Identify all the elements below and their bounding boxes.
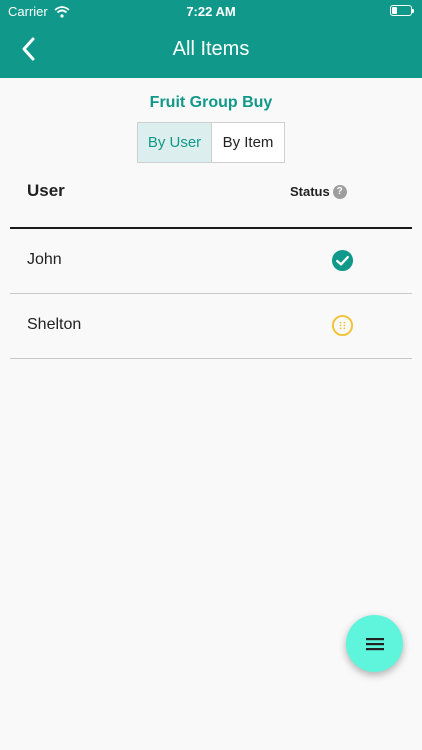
menu-fab-button[interactable] (346, 615, 403, 672)
app-header: Carrier 7:22 AM All Items (0, 0, 422, 78)
table-row[interactable]: Shelton (10, 294, 412, 359)
column-header-status: Status ? (290, 184, 347, 199)
status-bar: Carrier 7:22 AM (0, 0, 422, 22)
check-circle-icon (331, 249, 354, 272)
battery-icon (390, 5, 414, 16)
page-title: All Items (172, 38, 250, 60)
clock: 7:22 AM (186, 4, 236, 19)
status-header-label: Status (290, 184, 330, 199)
row-user-name: Shelton (27, 316, 82, 333)
tab-by-user[interactable]: By User (138, 123, 212, 162)
menu-icon (365, 637, 384, 650)
row-user-name: John (27, 251, 62, 268)
group-title: Fruit Group Buy (149, 94, 273, 111)
pending-circle-icon (331, 314, 354, 337)
column-header-user: User (27, 181, 65, 200)
view-segmented-control: By User By Item (137, 122, 285, 163)
table-row[interactable]: John (10, 229, 412, 294)
help-question-icon[interactable]: ? (332, 184, 347, 199)
tab-by-item[interactable]: By Item (212, 123, 284, 162)
